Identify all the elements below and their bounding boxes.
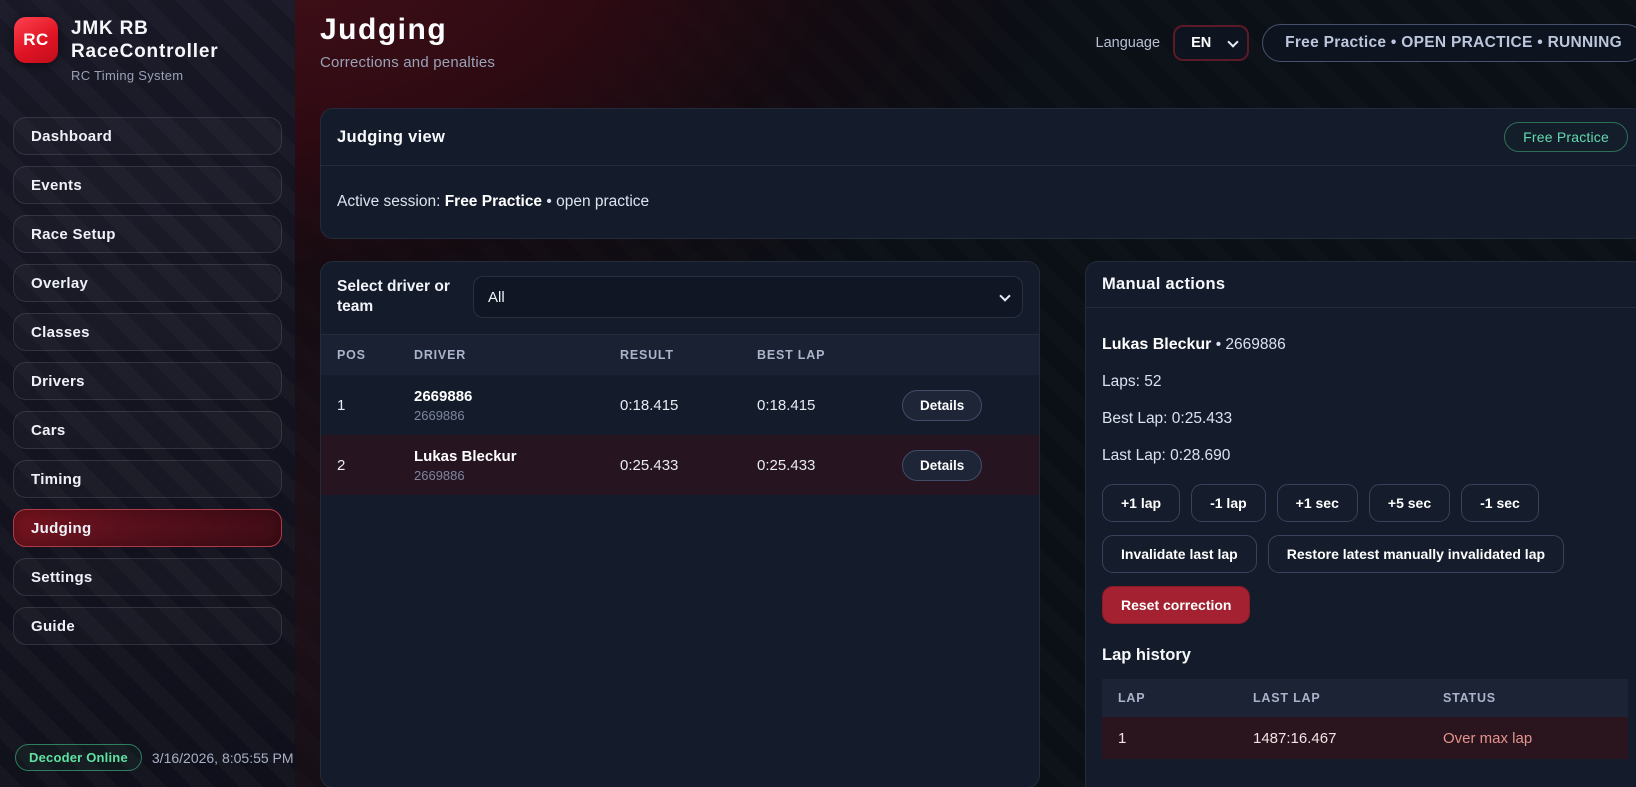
plus-five-sec-button[interactable]: +5 sec [1369, 484, 1450, 522]
driver-selection-panel: Select driver or team All POS DRIVER RES… [320, 261, 1040, 787]
judging-view-panel: Judging view Free Practice Active sessio… [320, 108, 1636, 239]
app-title-block: JMK RB RaceController RC Timing System [71, 17, 218, 83]
lap-history-title: Lap history [1102, 646, 1628, 665]
row-best-lap: 0:18.415 [757, 397, 902, 414]
sidebar-item-overlay[interactable]: Overlay [13, 264, 282, 302]
page-header: Judging Corrections and penalties Langua… [320, 0, 1636, 108]
footer-timestamp: 3/16/2026, 8:05:55 PM [152, 750, 294, 766]
details-button[interactable]: Details [902, 450, 982, 481]
row-pos: 1 [337, 397, 414, 414]
sidebar-item-cars[interactable]: Cars [13, 411, 282, 449]
lap-time: 1487:16.467 [1253, 730, 1443, 747]
page-subtitle: Corrections and penalties [320, 54, 495, 71]
details-button[interactable]: Details [902, 390, 982, 421]
best-lap-value: Best Lap: 0:25.433 [1102, 410, 1628, 428]
col-driver: DRIVER [414, 348, 620, 362]
col-lap: LAP [1118, 691, 1253, 705]
lap-number: 1 [1118, 730, 1253, 747]
main-content: Judging Corrections and penalties Langua… [295, 0, 1636, 787]
sidebar-nav: Dashboard Events Race Setup Overlay Clas… [0, 117, 295, 656]
lap-history-table: LAP LAST LAP STATUS 1 1487:16.467 Over m… [1102, 679, 1628, 759]
app-brand: RC JMK RB RaceController RC Timing Syste… [0, 0, 295, 83]
col-best-lap: BEST LAP [757, 348, 902, 362]
judging-view-title: Judging view [337, 128, 445, 147]
manual-actions-title: Manual actions [1102, 275, 1225, 294]
last-lap-value: Last Lap: 0:28.690 [1102, 447, 1628, 465]
row-driver-cell: Lukas Bleckur 2669886 [414, 448, 620, 483]
sidebar-item-classes[interactable]: Classes [13, 313, 282, 351]
sidebar-footer: Decoder Online 3/16/2026, 8:05:55 PM [15, 744, 294, 771]
sidebar-item-settings[interactable]: Settings [13, 558, 282, 596]
row-driver-name: Lukas Bleckur [414, 448, 620, 465]
col-result: RESULT [620, 348, 757, 362]
app-title-line1: JMK RB [71, 17, 218, 40]
table-row-selected[interactable]: 2 Lukas Bleckur 2669886 0:25.433 0:25.43… [321, 435, 1039, 495]
row-driver-cell: 2669886 2669886 [414, 388, 620, 423]
row-result: 0:25.433 [620, 457, 757, 474]
page-title: Judging [320, 13, 495, 47]
row-driver-name: 2669886 [414, 388, 620, 405]
row-driver-number: 2669886 [414, 468, 620, 483]
lap-history-row[interactable]: 1 1487:16.467 Over max lap [1102, 717, 1628, 759]
invalidate-last-lap-button[interactable]: Invalidate last lap [1102, 535, 1257, 573]
active-session-type: • open practice [542, 193, 649, 210]
drivers-table-header: POS DRIVER RESULT BEST LAP [321, 335, 1039, 375]
sidebar-item-dashboard[interactable]: Dashboard [13, 117, 282, 155]
lap-invalidation-buttons: Invalidate last lap Restore latest manua… [1102, 535, 1628, 573]
plus-one-lap-button[interactable]: +1 lap [1102, 484, 1180, 522]
row-result: 0:18.415 [620, 397, 757, 414]
table-row[interactable]: 1 2669886 2669886 0:18.415 0:18.415 Deta… [321, 375, 1039, 435]
drivers-table: POS DRIVER RESULT BEST LAP 1 2669886 266… [321, 335, 1039, 495]
decoder-status-badge: Decoder Online [15, 744, 142, 771]
sidebar-item-race-setup[interactable]: Race Setup [13, 215, 282, 253]
sidebar-item-events[interactable]: Events [13, 166, 282, 204]
selected-driver-name: Lukas Bleckur [1102, 336, 1211, 353]
sidebar-item-drivers[interactable]: Drivers [13, 362, 282, 400]
lap-history-header: LAP LAST LAP STATUS [1102, 679, 1628, 717]
sidebar-item-timing[interactable]: Timing [13, 460, 282, 498]
app-logo-text: RC [23, 30, 49, 50]
reset-correction-button[interactable]: Reset correction [1102, 586, 1250, 624]
col-pos: POS [337, 348, 414, 362]
restore-invalidated-lap-button[interactable]: Restore latest manually invalidated lap [1268, 535, 1564, 573]
manual-actions-panel: Manual actions Lukas Bleckur • 2669886 L… [1085, 261, 1636, 787]
free-practice-badge: Free Practice [1504, 122, 1628, 152]
row-pos: 2 [337, 457, 414, 474]
row-best-lap: 0:25.433 [757, 457, 902, 474]
lap-status: Over max lap [1443, 730, 1612, 747]
app-logo: RC [14, 17, 58, 63]
minus-one-lap-button[interactable]: -1 lap [1191, 484, 1266, 522]
page-title-block: Judging Corrections and penalties [320, 0, 495, 71]
driver-select[interactable]: All [473, 276, 1023, 318]
minus-one-sec-button[interactable]: -1 sec [1461, 484, 1539, 522]
language-select[interactable]: EN [1173, 25, 1249, 61]
sidebar-item-guide[interactable]: Guide [13, 607, 282, 645]
app-subtitle: RC Timing System [71, 68, 218, 83]
app-title-line2: RaceController [71, 40, 218, 63]
quick-correction-buttons: +1 lap -1 lap +1 sec +5 sec -1 sec [1102, 484, 1628, 522]
active-session-name: Free Practice [445, 193, 542, 210]
driver-select-label: Select driver or team [337, 277, 459, 317]
laps-count: Laps: 52 [1102, 373, 1628, 391]
col-last-lap: LAST LAP [1253, 691, 1443, 705]
selected-driver-line: Lukas Bleckur • 2669886 [1102, 336, 1628, 354]
active-session-label: Active session: [337, 193, 445, 210]
row-driver-number: 2669886 [414, 408, 620, 423]
col-status: STATUS [1443, 691, 1612, 705]
session-status-pill: Free Practice • OPEN PRACTICE • RUNNING [1262, 24, 1636, 62]
active-session-line: Active session: Free Practice • open pra… [321, 166, 1636, 238]
header-controls: Language EN Free Practice • OPEN PRACTIC… [1096, 24, 1636, 62]
selected-driver-number: • 2669886 [1211, 336, 1285, 353]
language-label: Language [1096, 35, 1161, 51]
sidebar: RC JMK RB RaceController RC Timing Syste… [0, 0, 295, 787]
plus-one-sec-button[interactable]: +1 sec [1277, 484, 1358, 522]
sidebar-item-judging[interactable]: Judging [13, 509, 282, 547]
